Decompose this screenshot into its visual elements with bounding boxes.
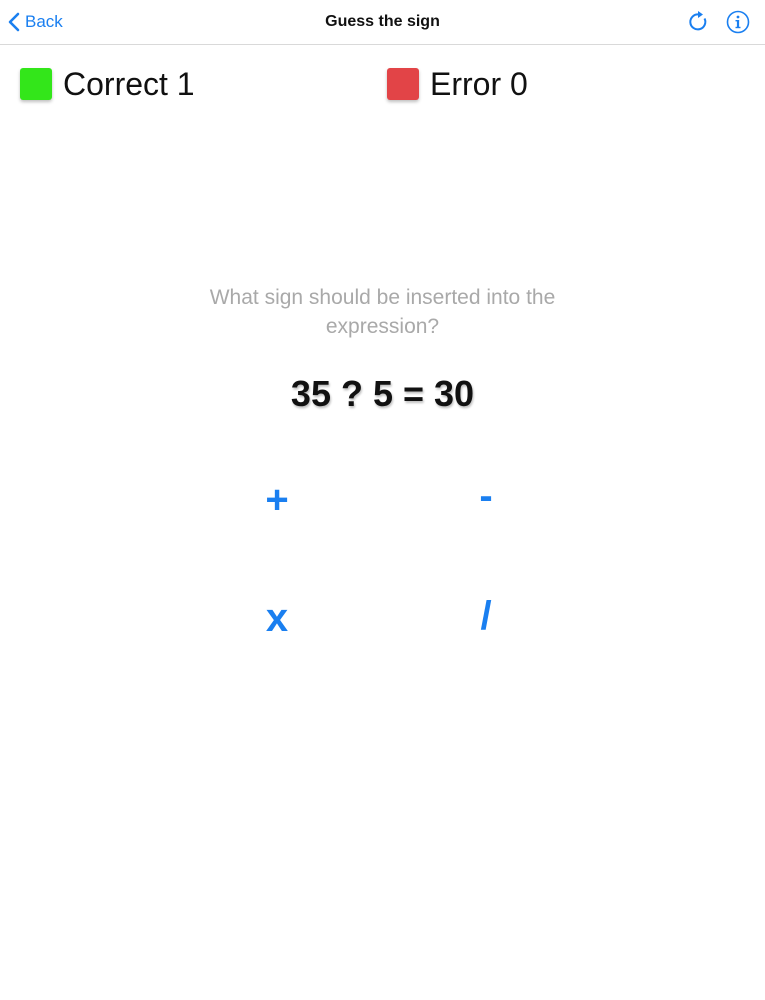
plus-button[interactable]: + (227, 470, 327, 530)
correct-count: Correct 1 (63, 66, 195, 102)
question-prompt: What sign should be inserted into the ex… (209, 286, 556, 338)
error-swatch (387, 68, 419, 100)
back-button[interactable]: Back (8, 10, 63, 34)
divide-button[interactable]: / (436, 586, 536, 646)
math-expression: 35 ? 5 = 30 (290, 373, 475, 414)
minus-button[interactable]: - (436, 466, 536, 526)
page-title: Guess the sign (325, 13, 440, 30)
error-count: Error 0 (430, 66, 528, 102)
refresh-icon (687, 10, 711, 34)
correct-score: Correct 1 (20, 64, 195, 104)
info-button[interactable] (726, 10, 750, 34)
correct-swatch (20, 68, 52, 100)
info-icon (726, 10, 750, 34)
multiply-button[interactable]: x (227, 588, 327, 648)
chevron-left-icon (8, 12, 20, 32)
navigation-bar: Back Guess the sign (0, 0, 765, 45)
back-label: Back (25, 12, 63, 31)
error-score: Error 0 (387, 64, 528, 104)
refresh-button[interactable] (687, 10, 711, 34)
